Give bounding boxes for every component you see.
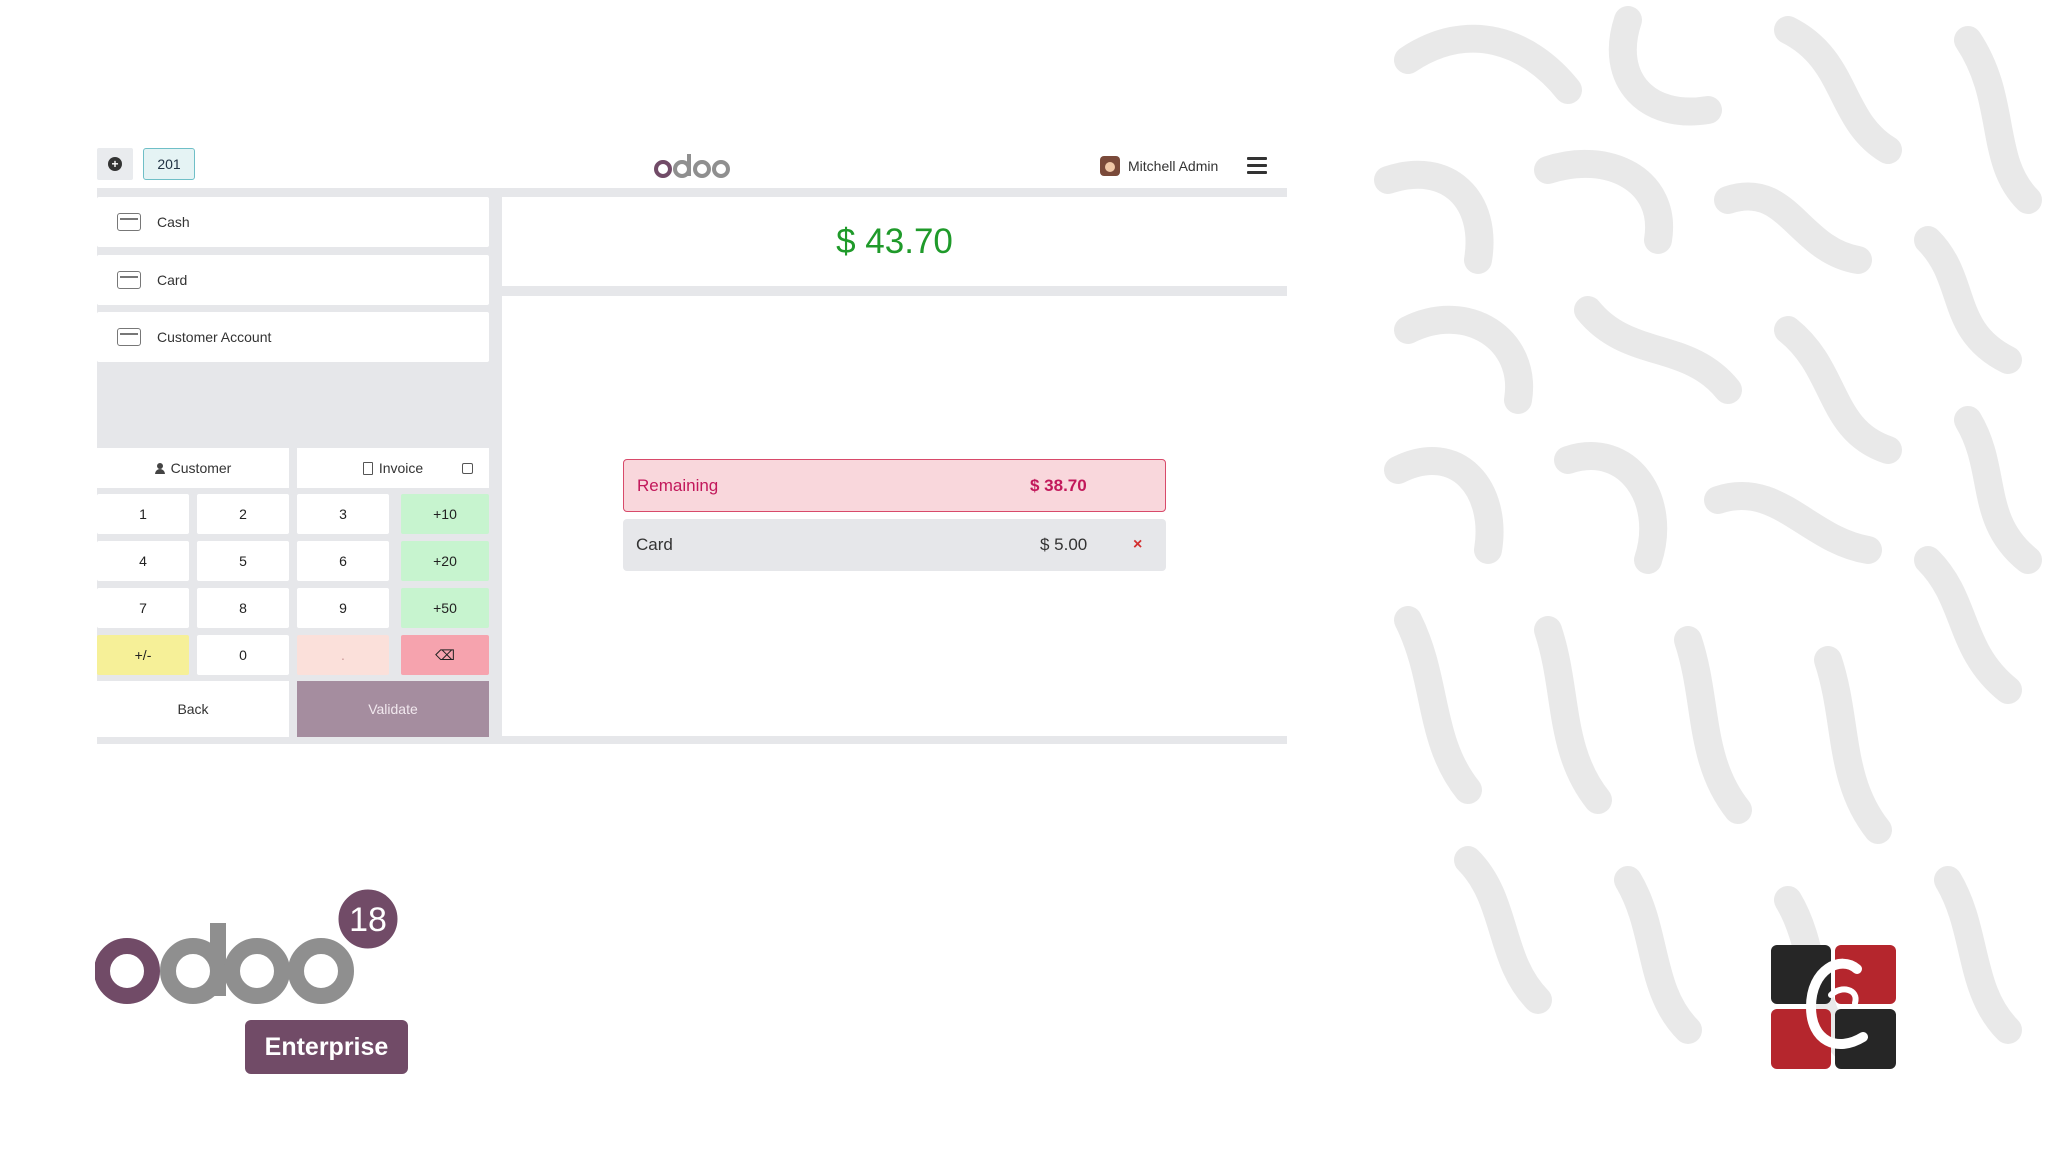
payment-lines-panel: Remaining $ 38.70 Card $ 5.00 × (502, 296, 1287, 736)
remaining-amount: $ 38.70 (1030, 475, 1087, 495)
backspace-icon[interactable]: ⌫ (401, 635, 489, 675)
user-name: Mitchell Admin (1128, 158, 1219, 174)
pos-topbar: + 201 Mitchell Admin (97, 146, 1287, 188)
version-badge: 18 (349, 901, 387, 939)
cash-icon (117, 213, 141, 231)
numpad-key-4[interactable]: 4 (97, 541, 189, 581)
total-amount: $ 43.70 (836, 221, 953, 261)
back-button[interactable]: Back (97, 681, 289, 737)
payment-method-label: Customer Account (157, 329, 272, 345)
invoice-checkbox[interactable] (462, 462, 473, 474)
numpad-key-2[interactable]: 2 (197, 494, 289, 534)
invoice-button[interactable]: Invoice (297, 448, 489, 488)
order-tab[interactable]: 201 (143, 148, 195, 180)
company-logo (1771, 945, 1896, 1069)
numpad-key-3[interactable]: 3 (297, 494, 389, 534)
numpad-key-1[interactable]: 1 (97, 494, 189, 534)
payment-method-card[interactable]: Card (97, 255, 489, 305)
payment-line-method: Card (636, 535, 673, 554)
avatar (1100, 156, 1120, 176)
payment-method-label: Card (157, 272, 188, 288)
payment-line-amount: $ 5.00 (1040, 535, 1088, 554)
stage: + 201 Mitchell Admin Cash Card Customer … (0, 0, 2048, 1152)
numpad-key-sign[interactable]: +/- (97, 635, 189, 675)
numpad-key-6[interactable]: 6 (297, 541, 389, 581)
odoo-logo (654, 154, 730, 178)
plus-icon: + (108, 157, 122, 171)
payment-method-customer-account[interactable]: Customer Account (97, 312, 489, 362)
total-panel: $ 43.70 (502, 197, 1287, 286)
numpad-key-8[interactable]: 8 (197, 588, 289, 628)
decorative-pattern (1374, 6, 2042, 1064)
enterprise-badge: Enterprise (245, 1020, 408, 1074)
numpad-key-7[interactable]: 7 (97, 588, 189, 628)
customer-account-icon (117, 328, 141, 346)
numpad-key-5[interactable]: 5 (197, 541, 289, 581)
validate-button[interactable]: Validate (297, 681, 489, 737)
numpad-key-decimal[interactable]: . (297, 635, 389, 675)
invoice-label: Invoice (378, 460, 424, 476)
remaining-row: Remaining $ 38.70 (623, 459, 1166, 512)
document-icon (362, 461, 373, 475)
remaining-label: Remaining (637, 475, 719, 495)
customer-label: Customer (170, 460, 232, 476)
numpad-key-plus10[interactable]: +10 (401, 494, 489, 534)
person-icon (154, 462, 165, 474)
hamburger-menu-icon[interactable] (1247, 154, 1267, 176)
new-order-button[interactable]: + (97, 148, 133, 180)
user-menu[interactable]: Mitchell Admin (1100, 154, 1218, 178)
pos-window: + 201 Mitchell Admin Cash Card Customer … (97, 146, 1287, 744)
customer-button[interactable]: Customer (97, 448, 289, 488)
remove-payment-icon[interactable]: × (1133, 536, 1142, 554)
payment-method-label: Cash (157, 214, 190, 230)
payment-line[interactable]: Card $ 5.00 × (623, 519, 1166, 571)
numpad-key-plus50[interactable]: +50 (401, 588, 489, 628)
payment-method-cash[interactable]: Cash (97, 197, 489, 247)
card-icon (117, 271, 141, 289)
numpad-key-9[interactable]: 9 (297, 588, 389, 628)
numpad-key-0[interactable]: 0 (197, 635, 289, 675)
numpad-key-plus20[interactable]: +20 (401, 541, 489, 581)
